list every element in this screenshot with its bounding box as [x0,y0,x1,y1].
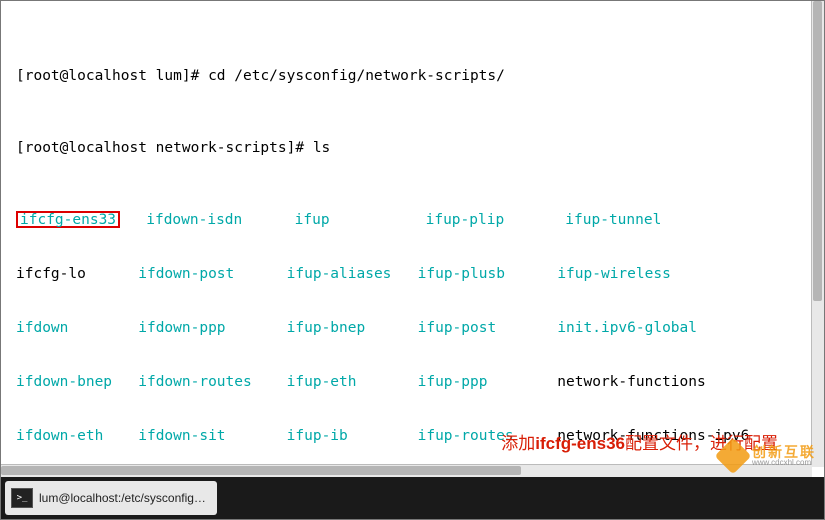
horizontal-scroll-thumb[interactable] [1,466,521,475]
prompt-line: [root@localhost lum]# cd /etc/sysconfig/… [16,67,812,85]
watermark-url: www.cdcxhl.com [752,459,816,467]
titlebar-fragment [1,1,812,9]
watermark: 创新互联 www.cdcxhl.com [720,443,816,469]
horizontal-scrollbar[interactable] [1,464,812,477]
ls-row: ifdown-bnep ifdown-routes ifup-eth ifup-… [16,373,812,391]
taskbar: >_ lum@localhost:/etc/sysconfig/netw… [1,477,824,519]
ls-row: ifcfg-ens33 ifdown-isdn ifup ifup-plip i… [16,211,812,229]
app-window: [root@localhost lum]# cd /etc/sysconfig/… [0,0,825,520]
watermark-title: 创新互联 [752,445,816,459]
taskbar-item-terminal[interactable]: >_ lum@localhost:/etc/sysconfig/netw… [5,481,217,515]
vertical-scroll-thumb[interactable] [813,1,822,301]
file-ifcfg-ens33-highlight: ifcfg-ens33 [16,211,120,228]
taskbar-item-label: lum@localhost:/etc/sysconfig/netw… [39,491,209,505]
watermark-logo-icon [715,438,752,475]
ls-row: ifdown ifdown-ppp ifup-bnep ifup-post in… [16,319,812,337]
terminal-icon: >_ [11,488,33,508]
vertical-scrollbar[interactable] [811,1,824,467]
prompt-line: [root@localhost network-scripts]# ls [16,139,812,157]
ls-row: ifcfg-lo ifdown-post ifup-aliases ifup-p… [16,265,812,283]
